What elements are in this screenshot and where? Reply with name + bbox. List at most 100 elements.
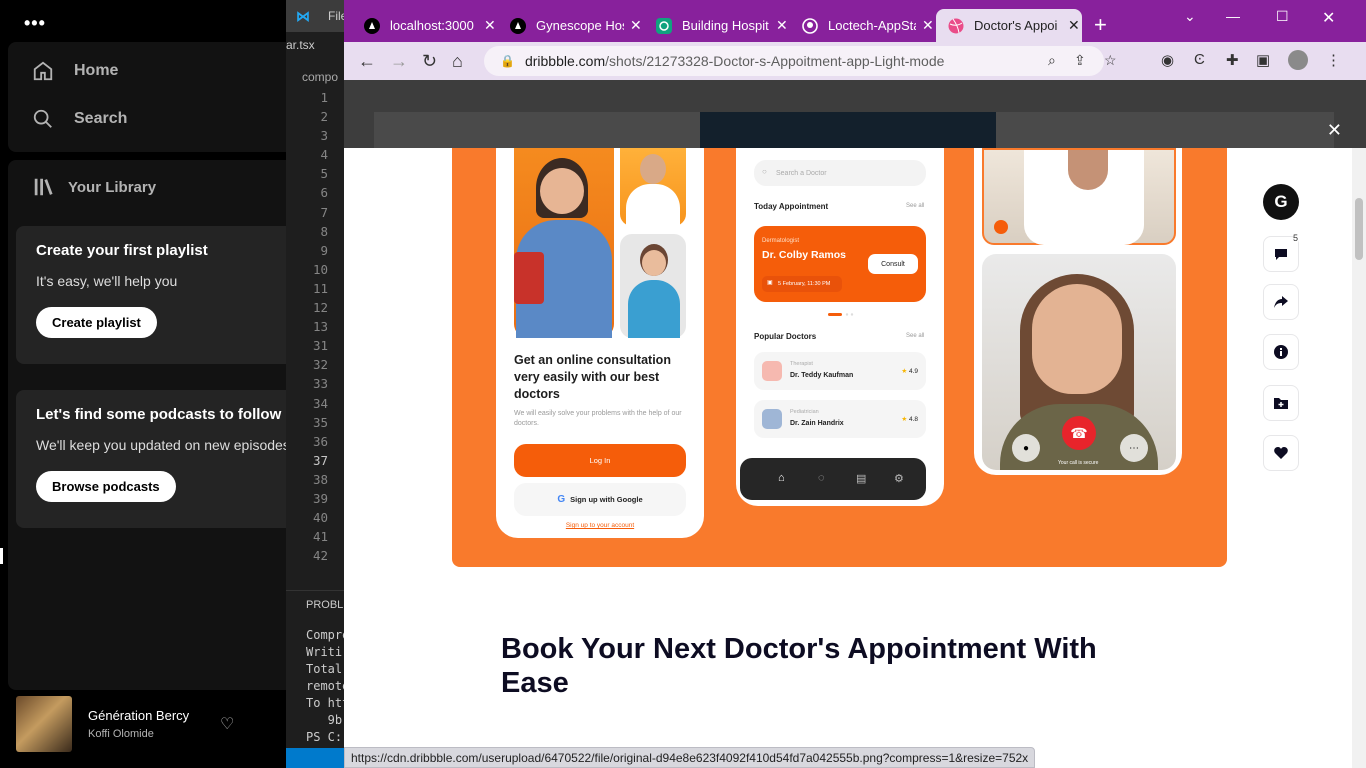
close-tab-icon[interactable]: ✕ [922,17,934,34]
shot-image[interactable]: Get an online consultation very easily w… [452,148,1227,567]
url-path: /shots/21273328-Doctor-s-Appoitment-app-… [605,53,945,69]
tab-localhost[interactable]: localhost:3000 ✕ [344,9,496,42]
window-edge-marker [0,548,3,564]
line-number: 39 [312,490,328,506]
doctor-role: Therapist [790,361,813,367]
share-button[interactable] [1263,284,1299,320]
line-number: 10 [312,261,328,277]
doctor-photo-female [620,234,686,338]
doctor-avatar [762,361,782,381]
doctor-role: Pediatrician [790,409,819,415]
link-status-bar: https://cdn.dribbble.com/userupload/6470… [344,747,1036,768]
zoom-icon[interactable]: ⌕ [1048,52,1056,69]
track-title[interactable]: Génération Bercy [88,708,189,723]
login-button: Log In [514,444,686,477]
close-window-icon[interactable]: ✕ [1322,8,1335,28]
address-bar[interactable]: 🔒 dribbble.com/shots/21273328-Doctor-s-A… [484,46,1117,76]
terminal-output[interactable]: Compre Writi Total remote To htt 9b PS C: [306,627,344,746]
scrollbar-thumb[interactable] [1355,198,1363,260]
maximize-icon[interactable]: ☐ [1276,8,1289,25]
onboarding-headline: Get an online consultation very easily w… [514,353,671,401]
close-modal-icon[interactable]: ✕ [1327,120,1342,141]
extension-c-icon[interactable]: Ͼ [1194,51,1205,68]
line-number: 5 [320,166,328,182]
share-icon[interactable]: ⇪ [1074,52,1086,69]
terminal-line: remote [306,679,344,693]
save-to-collection-button[interactable] [1263,385,1299,421]
like-button[interactable] [1263,435,1299,471]
nav-search[interactable]: Search [32,108,127,130]
terminal-line: To htt [306,696,344,710]
tab-title: Gynescope Hos [536,18,624,33]
modal-scrollbar[interactable] [1352,148,1366,768]
back-arrow-icon[interactable]: ← [358,51,376,72]
problems-tab[interactable]: PROBLE [306,599,344,611]
more-menu-icon[interactable]: ••• [24,13,46,34]
shot-title: Book Your Next Doctor's Appointment With… [501,633,1097,699]
breadcrumb[interactable]: compo [302,70,338,84]
like-heart-icon[interactable]: ♡ [220,714,234,734]
library-icon [34,178,53,196]
kebab-menu-icon[interactable]: ⋮ [1326,51,1341,69]
library-panel: Your Library Create your first playlist … [8,160,286,690]
line-number: 6 [320,185,328,201]
profile-avatar[interactable] [1288,50,1308,70]
github-icon [802,17,818,34]
card-subtitle: We'll keep you updated on new episodes [36,437,286,453]
line-number: 31 [312,338,328,354]
line-number: 7 [320,204,328,220]
line-number: 12 [312,300,328,316]
calendar-icon: ▣ [767,280,773,286]
tab-building-hospital[interactable]: Building Hospit ✕ [636,9,788,42]
terminal-line: Total [306,662,343,676]
chrome-window: localhost:3000 ✕ Gynescope Hos ✕ Buildin… [344,0,1366,768]
home-icon[interactable]: ⌂ [452,51,463,72]
reload-icon[interactable]: ↻ [422,51,437,72]
tab-search-chevron-icon[interactable]: ⌄ [1184,8,1196,25]
tab-doctors-appointment[interactable]: Doctor's Appoi ✕ [936,9,1082,42]
album-cover[interactable] [16,696,72,752]
spotify-window: ••• Home Search Your Library Create your… [0,0,286,768]
browse-podcasts-button[interactable]: Browse podcasts [36,471,176,502]
tab-title: Doctor's Appoi [974,18,1058,33]
line-number: 33 [312,376,328,392]
color-extension-icon[interactable]: ◉ [1161,51,1174,69]
side-panel-icon[interactable]: ▣ [1256,51,1270,69]
line-number: 9 [320,242,328,258]
line-number: 1 [320,90,328,105]
doctor-list-item: Pediatrician Dr. Zain Handrix ★ 4.8 [754,400,926,438]
editor-tab[interactable]: ar.tsx [286,38,315,52]
line-number: 2 [320,109,328,125]
menu-file[interactable]: File [328,9,344,23]
new-tab-icon[interactable]: + [1094,12,1107,38]
search-placeholder: Search a Doctor [776,169,827,177]
doctor-rating: ★ 4.9 [901,367,918,375]
settings-gear-icon: ⚙ [894,473,904,485]
doctor-video-thumb [982,148,1176,245]
browser-toolbar: ← → ↻ ⌂ 🔒 dribbble.com/shots/21273328-Do… [344,42,1366,80]
close-tab-icon[interactable]: ✕ [1068,17,1080,34]
line-number: 36 [312,433,328,449]
bookmark-star-icon[interactable]: ☆ [1104,52,1117,69]
spotify-nav: Home Search [8,42,286,152]
nav-home[interactable]: Home [32,60,118,82]
designer-avatar[interactable]: G [1263,184,1299,220]
nav-search-label: Search [74,110,128,127]
extensions-puzzle-icon[interactable]: ✚ [1226,51,1239,69]
line-number: 4 [320,147,328,163]
doctor-name: Dr. Zain Handrix [790,420,844,427]
comment-icon [1275,249,1287,260]
minimize-icon[interactable]: — [1226,8,1240,24]
card-subtitle: It's easy, we'll help you [36,273,178,289]
create-playlist-button[interactable]: Create playlist [36,307,157,338]
forward-arrow-icon[interactable]: → [390,51,408,72]
now-playing-bar: Génération Bercy Koffi Olomide ♡ [0,690,286,768]
tab-gynescope[interactable]: Gynescope Hos ✕ [490,9,642,42]
info-button[interactable] [1263,334,1299,370]
today-appointment-heading: Today Appointment [754,202,829,211]
line-number: 11 [312,280,328,296]
artist-name[interactable]: Koffi Olomide [88,728,154,740]
doctor-rating: ★ 4.8 [901,415,918,423]
your-library-button[interactable]: Your Library [32,176,156,198]
tab-loctech[interactable]: Loctech-AppSta ✕ [782,9,934,42]
